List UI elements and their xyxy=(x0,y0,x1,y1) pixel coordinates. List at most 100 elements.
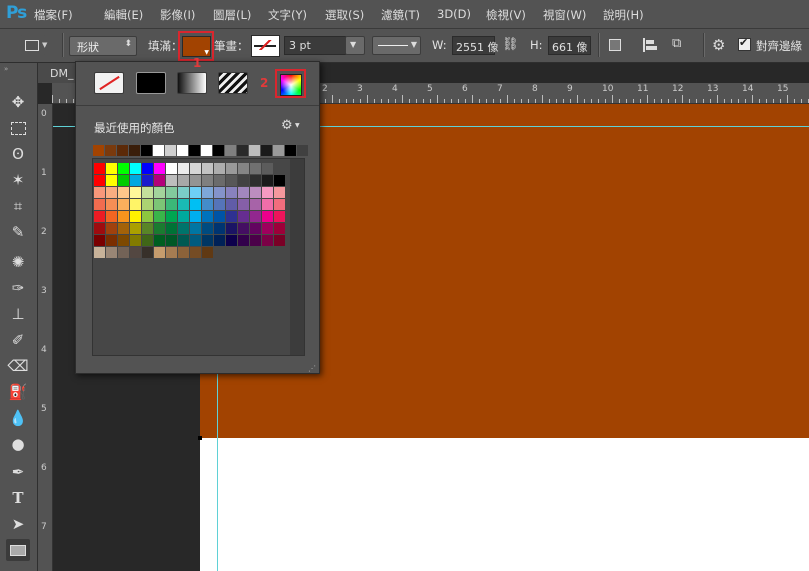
color-swatch[interactable] xyxy=(226,199,237,210)
color-swatch[interactable] xyxy=(238,211,249,222)
stroke-width-dropdown[interactable]: ▼ xyxy=(345,36,365,55)
color-swatch[interactable] xyxy=(178,163,189,174)
color-swatch[interactable] xyxy=(190,163,201,174)
swatches-scrollbar[interactable] xyxy=(290,159,304,355)
color-swatch[interactable] xyxy=(190,247,201,258)
color-swatch[interactable] xyxy=(250,187,261,198)
color-swatch[interactable] xyxy=(106,235,117,246)
recent-color-swatch[interactable] xyxy=(201,145,212,156)
pen-tool-icon[interactable]: ✒ xyxy=(6,461,30,483)
blur-tool-icon[interactable]: 💧 xyxy=(6,407,30,429)
color-swatch[interactable] xyxy=(94,163,105,174)
recent-color-swatch[interactable] xyxy=(297,145,308,156)
color-swatch[interactable] xyxy=(190,223,201,234)
color-swatch[interactable] xyxy=(238,187,249,198)
recent-color-swatch[interactable] xyxy=(153,145,164,156)
stroke-width-input[interactable]: 3 pt xyxy=(284,36,346,55)
color-swatch[interactable] xyxy=(226,223,237,234)
color-swatch[interactable] xyxy=(274,211,285,222)
tool-preset-picker[interactable]: ▼ xyxy=(20,35,47,55)
color-swatch[interactable] xyxy=(166,223,177,234)
color-swatch[interactable] xyxy=(106,163,117,174)
color-swatch[interactable] xyxy=(130,211,141,222)
menu-item[interactable]: 檢視(V) xyxy=(486,7,526,23)
color-swatch[interactable] xyxy=(142,175,153,186)
recent-color-swatch[interactable] xyxy=(141,145,152,156)
color-swatch[interactable] xyxy=(142,211,153,222)
color-swatch[interactable] xyxy=(178,235,189,246)
color-swatch[interactable] xyxy=(238,223,249,234)
marquee-tool-icon[interactable] xyxy=(6,117,30,139)
gradient-button[interactable] xyxy=(177,72,207,94)
recent-color-swatch[interactable] xyxy=(273,145,284,156)
color-swatch[interactable] xyxy=(262,163,273,174)
color-swatch[interactable] xyxy=(190,211,201,222)
shape-mode-select[interactable]: 形狀 ⬍ xyxy=(69,36,137,56)
color-swatch[interactable] xyxy=(118,235,129,246)
color-swatch[interactable] xyxy=(274,223,285,234)
color-swatch[interactable] xyxy=(130,175,141,186)
color-swatch[interactable] xyxy=(202,211,213,222)
color-swatch[interactable] xyxy=(178,223,189,234)
color-swatch[interactable] xyxy=(118,163,129,174)
color-swatch[interactable] xyxy=(130,247,141,258)
color-swatch[interactable] xyxy=(178,247,189,258)
color-swatch[interactable] xyxy=(190,187,201,198)
color-swatch[interactable] xyxy=(154,163,165,174)
color-swatch[interactable] xyxy=(202,247,213,258)
color-swatch[interactable] xyxy=(214,175,225,186)
color-swatch[interactable] xyxy=(250,199,261,210)
color-swatch[interactable] xyxy=(142,199,153,210)
crop-tool-icon[interactable]: ⌗ xyxy=(6,195,30,217)
color-swatch[interactable] xyxy=(154,199,165,210)
color-swatch[interactable] xyxy=(130,223,141,234)
color-swatch[interactable] xyxy=(238,235,249,246)
brush-tool-icon[interactable]: ✑ xyxy=(6,277,30,299)
color-swatch[interactable] xyxy=(94,223,105,234)
recent-color-swatch[interactable] xyxy=(285,145,296,156)
color-swatch[interactable] xyxy=(178,211,189,222)
recent-color-swatch[interactable] xyxy=(225,145,236,156)
recent-color-swatch[interactable] xyxy=(129,145,140,156)
color-swatch[interactable] xyxy=(130,199,141,210)
color-swatch[interactable] xyxy=(178,199,189,210)
color-swatch[interactable] xyxy=(250,163,261,174)
menu-item[interactable]: 3D(D) xyxy=(437,7,471,21)
color-swatch[interactable] xyxy=(274,175,285,186)
color-swatch[interactable] xyxy=(106,187,117,198)
color-swatch[interactable] xyxy=(154,175,165,186)
dodge-tool-icon[interactable]: ● xyxy=(6,433,30,455)
recent-color-swatch[interactable] xyxy=(189,145,200,156)
menu-item[interactable]: 選取(S) xyxy=(325,7,364,23)
color-swatch[interactable] xyxy=(106,175,117,186)
path-operations-button[interactable] xyxy=(606,36,628,56)
color-swatch[interactable] xyxy=(202,187,213,198)
color-swatch[interactable] xyxy=(214,211,225,222)
color-swatch[interactable] xyxy=(214,187,225,198)
clone-stamp-tool-icon[interactable]: ⊥ xyxy=(6,303,30,325)
color-swatch[interactable] xyxy=(154,235,165,246)
color-swatch[interactable] xyxy=(118,199,129,210)
magic-wand-tool-icon[interactable]: ✶ xyxy=(6,169,30,191)
color-swatch[interactable] xyxy=(226,235,237,246)
recent-color-swatch[interactable] xyxy=(249,145,260,156)
color-swatch[interactable] xyxy=(262,175,273,186)
pattern-button[interactable] xyxy=(218,72,248,94)
color-swatch[interactable] xyxy=(166,247,177,258)
color-swatch[interactable] xyxy=(226,187,237,198)
color-swatch[interactable] xyxy=(250,211,261,222)
color-swatch[interactable] xyxy=(118,175,129,186)
color-swatch[interactable] xyxy=(118,223,129,234)
recent-color-swatch[interactable] xyxy=(165,145,176,156)
recent-color-swatch[interactable] xyxy=(237,145,248,156)
stroke-color-button[interactable] xyxy=(251,35,280,57)
color-swatch[interactable] xyxy=(106,199,117,210)
color-swatch[interactable] xyxy=(250,223,261,234)
color-swatch[interactable] xyxy=(94,187,105,198)
color-swatch[interactable] xyxy=(166,187,177,198)
menu-item[interactable]: 圖層(L) xyxy=(213,7,251,23)
color-swatch[interactable] xyxy=(262,187,273,198)
gear-icon[interactable]: ⚙ xyxy=(281,118,293,133)
color-swatch[interactable] xyxy=(94,247,105,258)
color-swatch[interactable] xyxy=(94,211,105,222)
